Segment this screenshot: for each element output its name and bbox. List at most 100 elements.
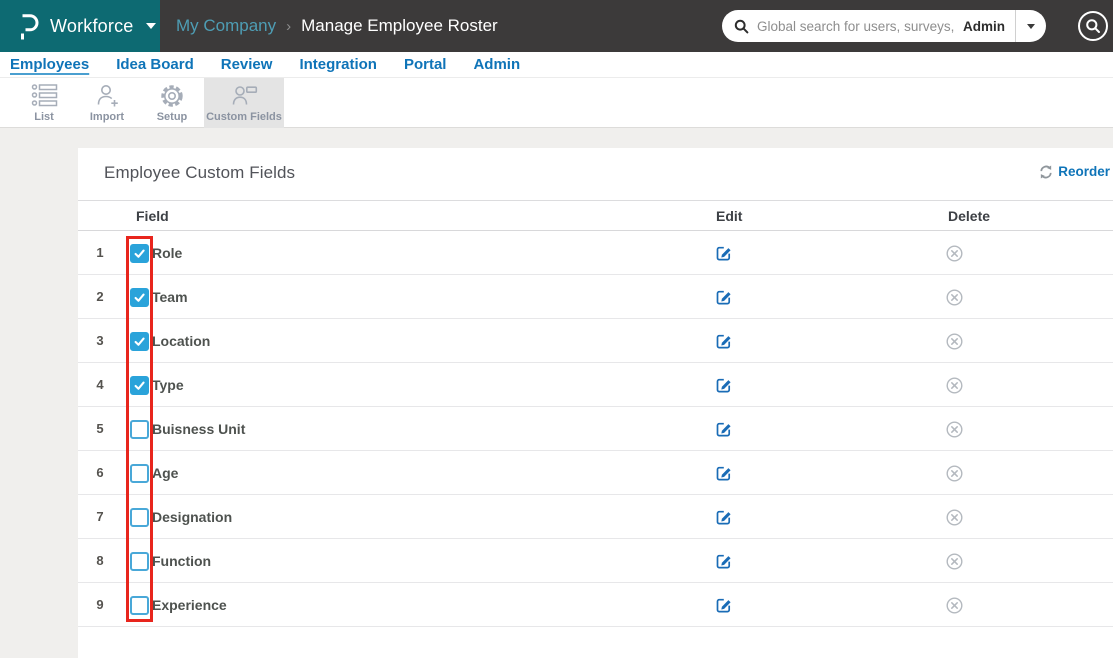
check-icon — [134, 337, 145, 346]
toolbar-item-label: List — [34, 111, 54, 123]
field-visibility-checkbox[interactable] — [130, 375, 149, 395]
tab-review[interactable]: Review — [221, 55, 273, 75]
delete-icon[interactable] — [946, 289, 963, 306]
column-header-delete: Delete — [948, 208, 991, 224]
table-header-row: Field Edit Delete — [78, 200, 1113, 231]
person-badge-icon — [230, 83, 258, 109]
field-visibility-checkbox[interactable] — [130, 507, 149, 527]
edit-icon[interactable] — [716, 509, 732, 525]
edit-icon[interactable] — [716, 597, 732, 613]
table-row: 9 Experience — [78, 583, 1113, 627]
toolbar-item-custom-fields[interactable]: Custom Fields — [204, 78, 284, 128]
table-row: 6 Age — [78, 451, 1113, 495]
delete-icon[interactable] — [946, 509, 963, 526]
module-nav-tabs: Employees Idea Board Review Integration … — [0, 52, 1113, 78]
check-icon — [134, 293, 145, 302]
row-number: 4 — [96, 377, 104, 392]
field-name: Age — [152, 465, 179, 481]
global-search-input[interactable] — [757, 18, 957, 34]
table-row: 7 Designation — [78, 495, 1113, 539]
field-visibility-checkbox[interactable] — [130, 287, 149, 307]
breadcrumb-parent-link[interactable]: My Company — [176, 16, 276, 36]
toolbar-item-label: Custom Fields — [206, 111, 282, 123]
field-visibility-checkbox[interactable] — [130, 463, 149, 483]
edit-icon[interactable] — [716, 421, 732, 437]
field-name: Role — [152, 245, 183, 261]
table-row: 8 Function — [78, 539, 1113, 583]
people-list-icon — [30, 83, 58, 109]
page-title: Manage Employee Roster — [301, 16, 498, 35]
tab-idea-board[interactable]: Idea Board — [116, 55, 194, 75]
field-visibility-checkbox[interactable] — [130, 551, 149, 571]
edit-icon[interactable] — [716, 553, 732, 569]
delete-icon[interactable] — [946, 597, 963, 614]
delete-icon[interactable] — [946, 245, 963, 262]
field-name: Experience — [152, 597, 227, 613]
edit-icon[interactable] — [716, 245, 732, 261]
search-icon — [734, 19, 749, 34]
brand-logo-icon — [17, 12, 40, 40]
field-visibility-checkbox[interactable] — [130, 331, 149, 351]
toolbar-item-label: Setup — [156, 111, 188, 123]
global-search-bar: Admin — [722, 10, 1046, 42]
delete-icon[interactable] — [946, 377, 963, 394]
caret-down-icon — [1027, 23, 1035, 29]
card-title: Employee Custom Fields — [104, 163, 296, 182]
search-scope-label[interactable]: Admin — [957, 19, 1015, 34]
reorder-refresh-icon — [1039, 165, 1053, 179]
table-row: 4 Type — [78, 363, 1113, 407]
delete-icon[interactable] — [946, 465, 963, 482]
custom-fields-card: Employee Custom Fields Reorder Field Edi… — [78, 148, 1113, 658]
field-name: Type — [152, 377, 184, 393]
toolbar-item-setup[interactable]: Setup — [140, 78, 204, 128]
employees-toolbar: List Import Setup Custom Fields — [0, 78, 1113, 128]
row-number: 1 — [96, 245, 104, 260]
tab-portal[interactable]: Portal — [404, 55, 447, 75]
caret-down-icon — [145, 23, 156, 29]
row-number: 7 — [96, 509, 104, 524]
content-area: Employee Custom Fields Reorder Field Edi… — [0, 128, 1113, 658]
delete-icon[interactable] — [946, 333, 963, 350]
gear-icon — [159, 83, 185, 109]
field-name: Buisness Unit — [152, 421, 246, 437]
toolbar-item-import[interactable]: Import — [74, 78, 140, 128]
search-scope-dropdown[interactable] — [1016, 10, 1046, 42]
field-name: Designation — [152, 509, 233, 525]
tab-integration[interactable]: Integration — [299, 55, 377, 75]
top-header-bar: Workforce My Company › Manage Employee R… — [0, 0, 1113, 52]
edit-icon[interactable] — [716, 289, 732, 305]
row-number: 3 — [96, 333, 104, 348]
page: Workforce My Company › Manage Employee R… — [0, 0, 1113, 658]
table-row: 2 Team — [78, 275, 1113, 319]
field-name: Team — [152, 289, 188, 305]
toolbar-item-label: Import — [89, 111, 125, 123]
delete-icon[interactable] — [946, 553, 963, 570]
field-name: Function — [152, 553, 212, 569]
brand-name: Workforce — [50, 15, 134, 36]
row-number: 9 — [96, 597, 104, 612]
edit-icon[interactable] — [716, 377, 732, 393]
table-row: 5 Buisness Unit — [78, 407, 1113, 451]
delete-icon[interactable] — [946, 421, 963, 438]
reorder-button[interactable]: Reorder — [1039, 164, 1110, 179]
column-header-edit: Edit — [716, 208, 743, 224]
table-row: 1 Role — [78, 231, 1113, 275]
custom-fields-table-body: 1 Role 2 Team 3 Location 4 Type 5 Buisne… — [78, 231, 1113, 627]
edit-icon[interactable] — [716, 333, 732, 349]
person-plus-icon — [93, 83, 121, 109]
check-icon — [134, 381, 145, 390]
field-visibility-checkbox[interactable] — [130, 243, 149, 263]
edit-icon[interactable] — [716, 465, 732, 481]
toolbar-item-list[interactable]: List — [14, 78, 74, 128]
field-visibility-checkbox[interactable] — [130, 595, 149, 615]
field-visibility-checkbox[interactable] — [130, 419, 149, 439]
search-submit-button[interactable] — [1078, 11, 1108, 41]
tab-admin[interactable]: Admin — [473, 55, 520, 75]
table-row: 3 Location — [78, 319, 1113, 363]
row-number: 8 — [96, 553, 104, 568]
search-icon — [1086, 19, 1100, 33]
tab-employees[interactable]: Employees — [10, 55, 89, 75]
brand-menu[interactable]: Workforce — [0, 0, 160, 52]
row-number: 6 — [96, 465, 104, 480]
breadcrumb: My Company › Manage Employee Roster — [176, 0, 498, 52]
